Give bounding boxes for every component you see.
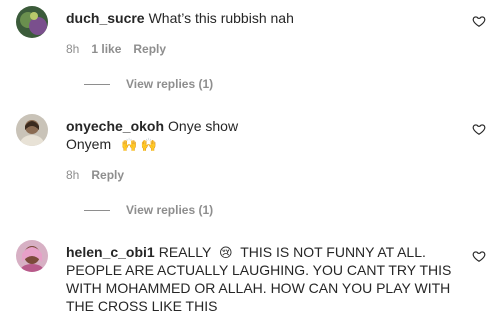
reply-button[interactable]: Reply (133, 42, 166, 56)
comment-body: What’s this rubbish nah (148, 10, 294, 26)
comment-time: 8h (66, 168, 80, 182)
like-count[interactable]: 1 like (91, 42, 121, 56)
view-replies-button[interactable]: View replies (1) (84, 77, 213, 91)
avatar[interactable] (16, 240, 48, 272)
reply-button[interactable]: Reply (91, 168, 124, 182)
comment-meta: 8h Reply (66, 168, 136, 182)
username[interactable]: duch_sucre (66, 10, 145, 26)
heart-outline-icon[interactable] (472, 122, 486, 136)
comment-body-line2: Onyem (66, 136, 112, 152)
avatar[interactable] (16, 6, 48, 38)
heart-outline-icon[interactable] (472, 249, 486, 263)
comment-time: 8h (66, 42, 80, 56)
comment-body: Onye show (168, 118, 239, 134)
view-replies-label: View replies (1) (126, 77, 214, 91)
replies-divider (84, 209, 110, 211)
username[interactable]: onyeche_okoh (66, 118, 164, 134)
view-replies-label: View replies (1) (126, 203, 214, 217)
comment-text: duch_sucre What’s this rubbish nah (66, 9, 456, 27)
comment-body-part1: REALLY (158, 244, 212, 260)
comment-text: onyeche_okoh Onye show Onyem 🙌 🙌 (66, 117, 456, 153)
comment-meta: 8h 1 like Reply (66, 42, 178, 56)
replies-divider (84, 83, 110, 85)
raising-hands-emoji: 🙌 🙌 (121, 137, 158, 152)
heart-outline-icon[interactable] (472, 14, 486, 28)
username[interactable]: helen_c_obi1 (66, 244, 155, 260)
view-replies-button[interactable]: View replies (1) (84, 203, 213, 217)
comment-text: helen_c_obi1 REALLY 😢 THIS IS NOT FUNNY A… (66, 243, 458, 315)
sad-face-emoji: 😢 (219, 245, 233, 260)
avatar[interactable] (16, 114, 48, 146)
